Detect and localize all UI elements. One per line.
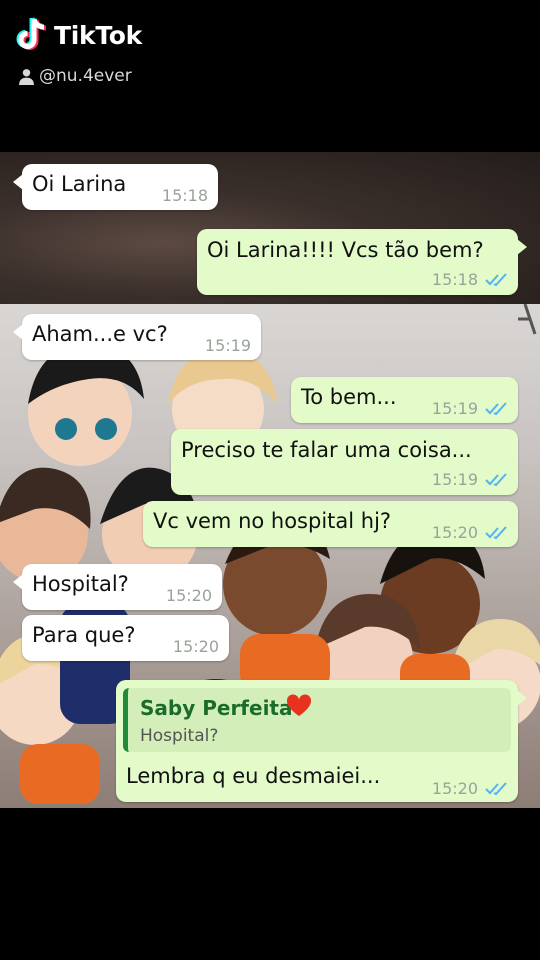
tiktok-logo: TikTok <box>14 16 142 54</box>
chat-screenshot: Oi Larina 15:18 Oi Larina!!!! Vcs tão be… <box>0 152 540 808</box>
message-outgoing[interactable]: Vc vem no hospital hj? 15:20 <box>143 501 518 547</box>
tiktok-wordmark: TikTok <box>54 20 142 50</box>
message-outgoing[interactable]: To bem... 15:19 <box>291 377 518 423</box>
message-text: Aham...e vc? <box>32 322 168 346</box>
tiktok-username: @nu.4ever <box>18 66 132 86</box>
read-ticks-icon <box>485 782 507 796</box>
message-text: Preciso te falar uma coisa... <box>181 438 472 462</box>
red-heart-icon <box>286 694 312 716</box>
quoted-sender-name: Saby Perfeita <box>140 696 293 720</box>
message-outgoing[interactable]: Oi Larina!!!! Vcs tão bem? 15:18 <box>197 229 527 295</box>
message-text: Vc vem no hospital hj? <box>153 509 392 533</box>
quoted-reply[interactable]: Saby Perfeita Hospital? <box>123 688 511 752</box>
read-ticks-icon <box>485 273 507 287</box>
quoted-text: Hospital? <box>140 726 219 746</box>
message-text: Lembra q eu desmaiei... <box>126 764 381 788</box>
read-ticks-icon <box>485 473 507 487</box>
message-text: Oi Larina <box>32 172 127 196</box>
read-ticks-icon <box>485 402 507 416</box>
message-time: 15:19 <box>431 470 478 489</box>
person-icon <box>19 68 34 85</box>
message-time: 15:20 <box>172 637 219 656</box>
username-label: @nu.4ever <box>39 66 132 86</box>
message-incoming[interactable]: Aham...e vc? 15:19 <box>13 314 261 360</box>
message-incoming[interactable]: Oi Larina 15:18 <box>13 164 218 210</box>
message-outgoing[interactable]: Preciso te falar uma coisa... 15:19 <box>171 429 518 495</box>
message-text: Para que? <box>32 623 136 647</box>
message-time: 15:18 <box>161 186 208 205</box>
message-time: 15:18 <box>431 270 478 289</box>
message-time: 15:19 <box>431 399 478 418</box>
tiktok-note-icon <box>16 17 47 50</box>
message-time: 15:20 <box>431 523 478 542</box>
read-ticks-icon <box>485 526 507 540</box>
message-incoming[interactable]: Hospital? 15:20 <box>13 564 222 610</box>
message-text: Oi Larina!!!! Vcs tão bem? <box>207 238 484 262</box>
message-text: Hospital? <box>32 572 129 596</box>
message-text: To bem... <box>301 385 397 409</box>
message-incoming[interactable]: Para que? 15:20 <box>22 615 229 661</box>
message-time: 15:20 <box>165 586 212 605</box>
message-time: 15:20 <box>431 779 478 798</box>
message-outgoing-reply[interactable]: Saby Perfeita Hospital? Lembra q eu desm… <box>116 680 527 802</box>
message-time: 15:19 <box>204 336 251 355</box>
